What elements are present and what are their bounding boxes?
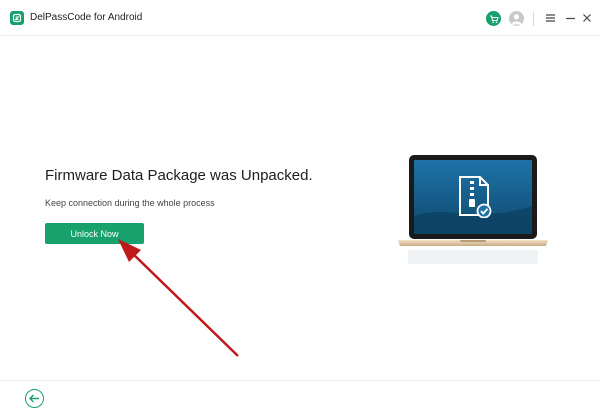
cart-icon[interactable] [486,11,501,26]
titlebar-divider [533,12,534,26]
user-avatar-icon[interactable] [509,11,524,26]
instruction-text: Keep connection during the whole process [45,198,215,208]
app-title: DelPassCode for Android [30,12,143,23]
page-title: Firmware Data Package was Unpacked. [45,167,313,184]
menu-icon[interactable] [543,10,557,26]
app-logo-icon [10,11,24,25]
close-icon[interactable] [580,10,594,26]
laptop-illustration [396,154,550,266]
zip-file-check-icon [458,176,492,219]
title-bar: DelPassCode for Android [0,0,600,36]
back-arrow-icon[interactable] [25,389,44,408]
footer-bar [0,380,600,417]
unlock-now-button[interactable]: Unlock Now [45,223,144,244]
minimize-icon[interactable] [563,10,577,26]
